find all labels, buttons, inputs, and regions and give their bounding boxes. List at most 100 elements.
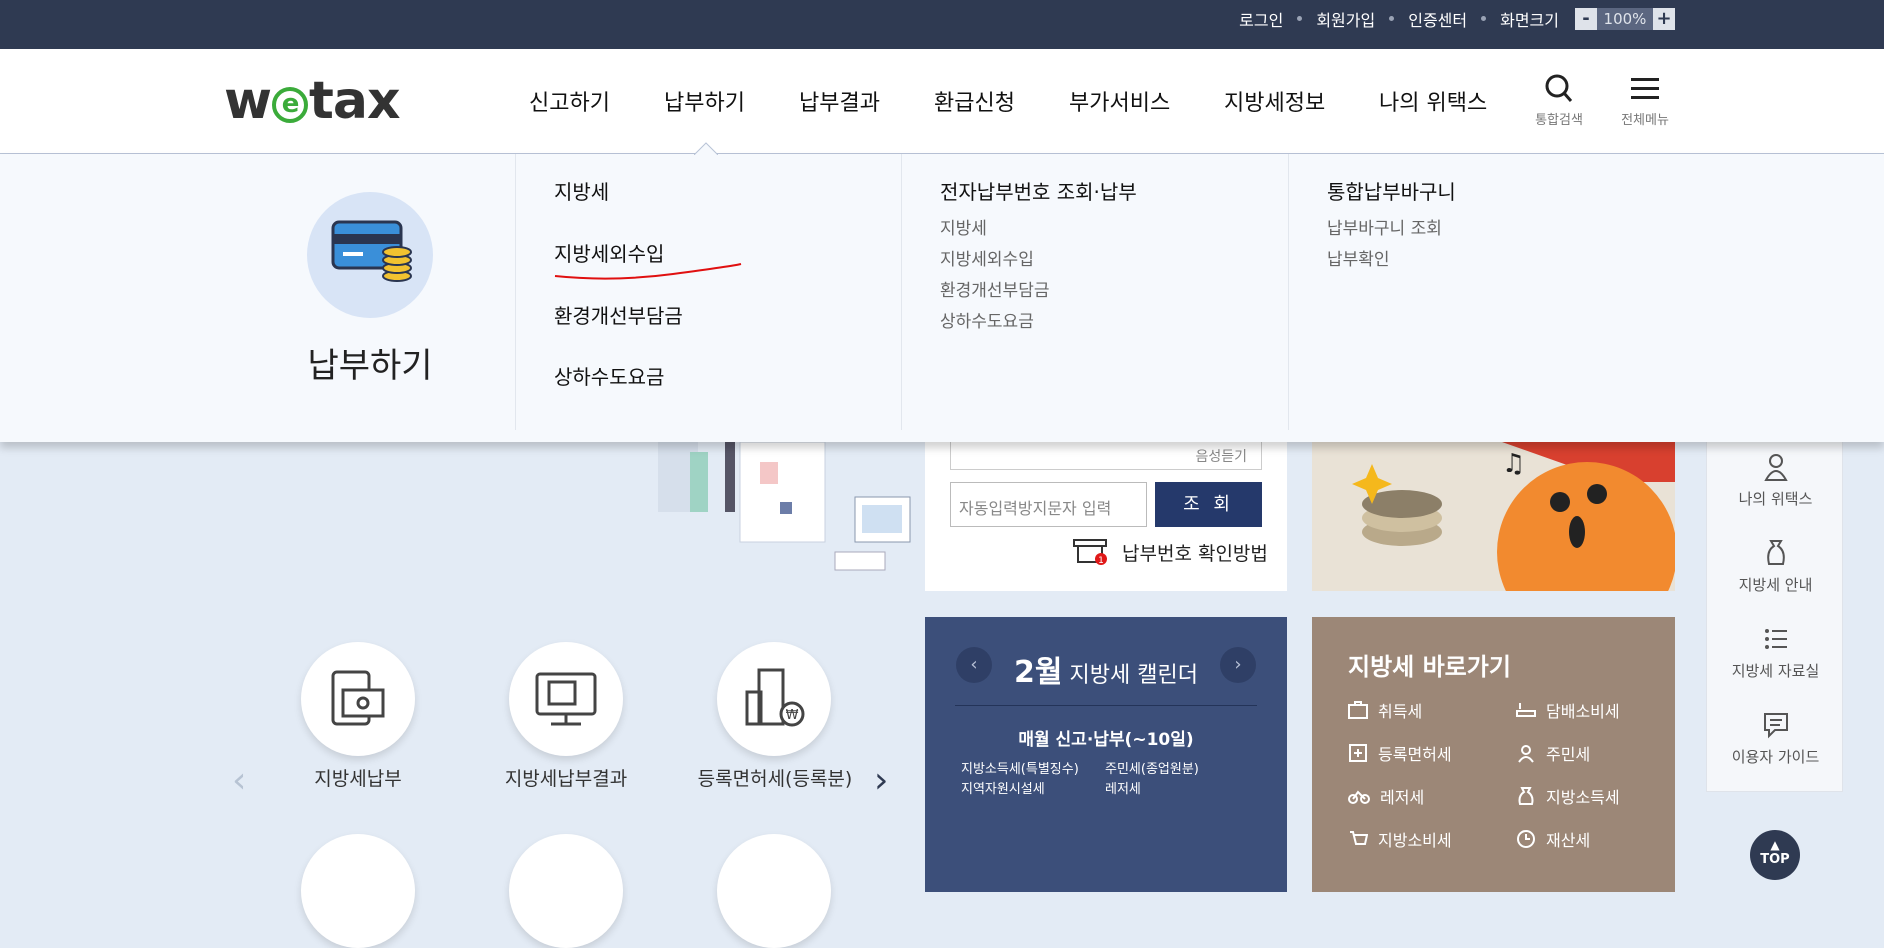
service-card[interactable]: [301, 834, 415, 948]
divider: [955, 705, 1257, 706]
shortcut-label: 지방소득세: [1546, 788, 1620, 807]
menu-subitem[interactable]: 환경개선부담금: [940, 276, 1049, 301]
mega-menu-title: 납부하기: [307, 346, 433, 386]
shortcut-item[interactable]: 주민세: [1516, 741, 1590, 765]
chat-icon: [1763, 713, 1788, 739]
shortcut-item[interactable]: 지방소비세: [1348, 827, 1452, 851]
services-next-arrow[interactable]: ›: [874, 760, 888, 801]
payment-card-icon: [331, 670, 385, 726]
tax-calendar: ‹ 2월 지방세 캘린더 › 매월 신고·납부(~10일) 지방소득세(특별징수…: [925, 617, 1287, 892]
nav-extra-services[interactable]: 부가서비스: [1069, 85, 1170, 117]
shortcut-label: 재산세: [1546, 831, 1591, 850]
cert-center-link[interactable]: 인증센터: [1408, 7, 1467, 31]
money-bag-icon: [1766, 540, 1785, 565]
quick-resources[interactable]: 지방세 자료실: [1707, 624, 1844, 681]
menu-subitem[interactable]: 납부확인: [1327, 245, 1390, 270]
logo-text-w: w: [224, 71, 272, 131]
main-header: w e tax 신고하기 납부하기 납부결과 환급신청 부가서비스 지방세정보 나의…: [0, 49, 1884, 154]
menu-heading-basket[interactable]: 통합납부바구니: [1327, 176, 1456, 205]
nav-payment-result[interactable]: 납부결과: [799, 85, 880, 117]
nav-refund[interactable]: 환급신청: [934, 85, 1015, 117]
full-menu-button[interactable]: 전체메뉴: [1615, 73, 1675, 128]
svg-text:♫: ♫: [1502, 449, 1525, 479]
services-prev-arrow[interactable]: ‹: [232, 760, 246, 801]
shortcut-item[interactable]: 취득세: [1348, 698, 1422, 722]
promo-banner[interactable]: ♫: [1312, 442, 1675, 591]
zoom-out-button[interactable]: -: [1575, 7, 1597, 30]
shortcut-item[interactable]: 지방소득세: [1516, 784, 1620, 808]
separator-dot: [1389, 16, 1395, 21]
calendar-item[interactable]: 지방소득세(특별징수): [961, 758, 1079, 777]
shortcut-title: 지방세 바로가기: [1348, 653, 1511, 681]
menu-heading-e-payment[interactable]: 전자납부번호 조회·납부: [940, 176, 1137, 205]
shortcut-item[interactable]: 등록면허세: [1348, 741, 1452, 765]
quick-user-guide[interactable]: 이용자 가이드: [1707, 710, 1844, 767]
menu-subitem[interactable]: 상하수도요금: [940, 307, 1034, 332]
login-link[interactable]: 로그인: [1239, 7, 1283, 31]
service-label: 지방세납부: [314, 768, 402, 790]
menu-item-water-fee[interactable]: 상하수도요금: [554, 361, 664, 390]
shortcut-label: 취득세: [1378, 702, 1423, 721]
menu-subitem[interactable]: 지방세: [940, 214, 987, 239]
calendar-item[interactable]: 주민세(종업원분): [1105, 758, 1199, 777]
briefcase-icon: [1348, 701, 1368, 719]
quick-my-wetax[interactable]: 나의 위택스: [1707, 452, 1844, 509]
top-label: TOP: [1760, 852, 1790, 867]
menu-subitem[interactable]: 지방세외수입: [940, 245, 1034, 270]
calendar-month: 2월: [1014, 655, 1063, 690]
calendar-next-button[interactable]: ›: [1220, 647, 1256, 683]
quick-label: 이용자 가이드: [1731, 748, 1820, 766]
service-card[interactable]: [509, 642, 623, 756]
nav-local-tax-info[interactable]: 지방세정보: [1224, 85, 1325, 117]
calendar-item[interactable]: 지역자원시설세: [961, 778, 1045, 797]
audio-captcha-link[interactable]: 음성듣기: [1195, 446, 1247, 466]
wetax-logo[interactable]: w e tax: [224, 71, 401, 131]
mega-col-basket: 통합납부바구니 납부바구니 조회 납부확인: [1288, 154, 1688, 430]
service-card[interactable]: ₩: [717, 642, 831, 756]
nav-report[interactable]: 신고하기: [529, 85, 610, 117]
separator-dot: [1297, 16, 1303, 21]
separator-dot: [1481, 16, 1487, 21]
captcha-input[interactable]: 자동입력방지문자 입력: [950, 482, 1147, 527]
cart-icon: [1350, 831, 1368, 845]
quick-label: 지방세 자료실: [1731, 662, 1820, 680]
nav-my-wetax[interactable]: 나의 위택스: [1379, 85, 1487, 117]
quick-tax-guide[interactable]: 지방세 안내: [1707, 538, 1844, 595]
shortcut-label: 담배소비세: [1546, 702, 1620, 721]
service-card[interactable]: [301, 642, 415, 756]
money-bag-icon: [1518, 787, 1534, 805]
zoom-control: - 100% +: [1575, 7, 1675, 30]
service-label: 지방세납부결과: [504, 768, 628, 790]
svg-text:1: 1: [1098, 556, 1104, 566]
shortcut-item[interactable]: 담배소비세: [1516, 698, 1620, 722]
credit-card-coins-icon: [331, 220, 412, 282]
shortcut-item[interactable]: 재산세: [1516, 827, 1590, 851]
service-card[interactable]: [509, 834, 623, 948]
nav-payment[interactable]: 납부하기: [664, 85, 745, 117]
illustration-image: [658, 442, 911, 571]
local-tax-shortcut: 지방세 바로가기 취득세 담배소비세 등록면허세 주민세 레저세 지방소득세 지…: [1312, 617, 1675, 892]
menu-item-env-charge[interactable]: 환경개선부담금: [554, 300, 683, 329]
payment-lookup-panel: 음성듣기 자동입력방지문자 입력 조 회 1 납부번호 확인방법: [925, 442, 1287, 591]
calendar-item[interactable]: 레저세: [1105, 778, 1141, 797]
document-plus-icon: [1349, 744, 1367, 762]
search-button[interactable]: 통합검색: [1529, 73, 1589, 128]
scroll-top-button[interactable]: ▲ TOP: [1750, 830, 1800, 880]
howto-link[interactable]: 1 납부번호 확인방법: [1072, 537, 1268, 567]
list-icon: [1764, 629, 1787, 649]
mega-col-payment: 지방세 지방세외수입 환경개선부담금 상하수도요금: [515, 154, 901, 430]
shortcut-item[interactable]: 레저세: [1348, 784, 1424, 808]
menu-item-local-tax[interactable]: 지방세: [554, 176, 609, 205]
shortcut-label: 레저세: [1380, 788, 1425, 807]
calendar-title-text: 지방세 캘린더: [1062, 663, 1198, 688]
lookup-submit-button[interactable]: 조 회: [1155, 482, 1262, 527]
menu-subitem[interactable]: 납부바구니 조회: [1327, 214, 1442, 239]
payment-category-badge: [307, 192, 433, 318]
number-input-partial[interactable]: 음성듣기: [950, 442, 1262, 470]
zoom-in-button[interactable]: +: [1653, 7, 1675, 30]
cigarette-icon: [1516, 703, 1536, 717]
service-card[interactable]: [717, 834, 831, 948]
signup-link[interactable]: 회원가입: [1316, 7, 1375, 31]
shortcut-label: 주민세: [1546, 745, 1591, 764]
shortcut-label: 지방소비세: [1378, 831, 1452, 850]
